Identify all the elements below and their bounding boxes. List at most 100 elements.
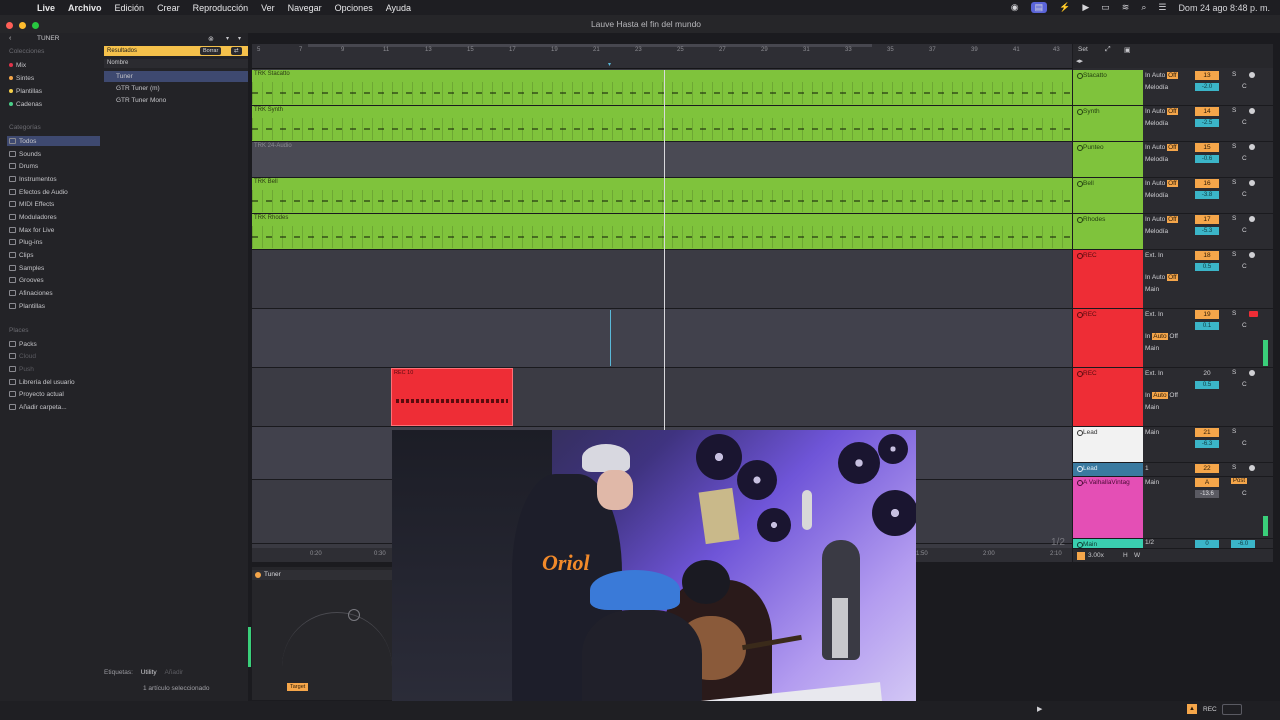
device-header[interactable]: Tuner <box>252 570 392 580</box>
input-channel[interactable]: 1 <box>1145 465 1149 472</box>
solo-button[interactable]: S <box>1232 107 1236 114</box>
track-stacatto[interactable]: TRK Stacatto <box>252 70 1072 106</box>
result-item[interactable]: Tuner <box>104 71 248 82</box>
stage-manager-icon[interactable]: ▤ <box>1030 2 1048 13</box>
input-type[interactable]: Ext. In <box>1145 370 1163 377</box>
tag-utility[interactable]: Utility <box>141 669 157 676</box>
input-auto[interactable]: In Auto Off <box>1145 144 1190 151</box>
collection-plantillas[interactable]: Plantillas <box>9 86 42 96</box>
crossfade-button[interactable]: C <box>1242 263 1247 270</box>
channel-name[interactable]: Lead <box>1073 463 1143 476</box>
filter-chevron-icon[interactable]: ▾ <box>226 35 229 42</box>
track-number[interactable]: 15 <box>1195 143 1219 152</box>
volume-field[interactable]: 0.5 <box>1195 381 1219 389</box>
menu-navegar[interactable]: Navegar <box>288 3 322 13</box>
category-max-for-live[interactable]: Max for Live <box>9 225 54 235</box>
menu-edicion[interactable]: Edición <box>115 3 145 13</box>
solo-button[interactable]: S <box>1232 310 1236 317</box>
volume-field[interactable]: 0.1 <box>1195 322 1219 330</box>
track-rec-1[interactable] <box>252 250 1072 309</box>
hot-swap-icon[interactable]: ⇄ <box>231 47 242 55</box>
volume-field[interactable]: -0.6 <box>1195 155 1219 163</box>
channel-name[interactable]: Rhodes <box>1073 214 1143 249</box>
output-routing[interactable]: Melodía <box>1145 84 1168 91</box>
cue-volume[interactable]: 0 <box>1195 540 1219 548</box>
solo-button[interactable]: S <box>1232 143 1236 150</box>
timeline-ruler[interactable]: 5 7 9 11 13 15 17 19 21 23 25 27 29 31 3… <box>252 44 1072 69</box>
solo-button[interactable]: S <box>1232 71 1236 78</box>
input-auto[interactable]: In Auto Off <box>1145 72 1190 79</box>
input-channel[interactable]: 1/2 <box>1145 539 1154 546</box>
channel-name[interactable]: REC <box>1073 250 1143 308</box>
arm-button[interactable] <box>1249 144 1255 150</box>
mixer-channel-main[interactable]: Main 1/2 0 -6.0 <box>1073 539 1273 549</box>
menu-ver[interactable]: Ver <box>261 3 275 13</box>
volume-field[interactable]: -2.5 <box>1195 119 1219 127</box>
track-number[interactable]: 21 <box>1195 428 1219 437</box>
track-fold-icon[interactable] <box>1077 542 1083 548</box>
track-fold-icon[interactable] <box>1077 480 1083 486</box>
place-add-folder[interactable]: Añadir carpeta... <box>9 402 67 412</box>
track-number[interactable]: 19 <box>1195 310 1219 319</box>
track-fold-icon[interactable] <box>1077 109 1083 115</box>
menu-opciones[interactable]: Opciones <box>335 3 373 13</box>
category-plugins[interactable]: Plug-ins <box>9 237 42 247</box>
solo-button[interactable]: S <box>1232 369 1236 376</box>
menubar-clock[interactable]: Dom 24 ago 8:48 p. m. <box>1178 3 1270 13</box>
category-efectos-audio[interactable]: Efectos de Audio <box>9 187 68 197</box>
battery-icon[interactable]: ▭ <box>1101 2 1110 13</box>
track-number[interactable]: 13 <box>1195 71 1219 80</box>
volume-field[interactable]: -3.8 <box>1195 191 1219 199</box>
output-routing[interactable]: Melodía <box>1145 156 1168 163</box>
result-item[interactable]: GTR Tuner (m) <box>104 83 248 94</box>
crossfade-button[interactable]: C <box>1242 119 1247 126</box>
mixer-channel-synth[interactable]: Synth In Auto Off Melodía 14 -2.5 S C <box>1073 106 1273 142</box>
track-fold-icon[interactable] <box>1077 145 1083 151</box>
category-grooves[interactable]: Grooves <box>9 275 44 285</box>
view-toggle-icon[interactable] <box>1222 704 1242 715</box>
channel-name[interactable]: REC <box>1073 309 1143 367</box>
input-auto[interactable]: In Auto Off <box>1145 180 1190 187</box>
crossfade-button[interactable]: C <box>1242 155 1247 162</box>
output-routing[interactable]: Melodía <box>1145 120 1168 127</box>
input-auto[interactable]: In Auto Off <box>1145 216 1190 223</box>
mixer-channel-stacatto[interactable]: Stacatto In Auto Off Melodía 13 -2.0 S C <box>1073 70 1273 106</box>
track-number[interactable]: 22 <box>1195 464 1219 473</box>
track-number[interactable]: 14 <box>1195 107 1219 116</box>
crossfade-button[interactable]: C <box>1242 381 1247 388</box>
result-item[interactable]: GTR Tuner Mono <box>104 95 248 106</box>
menu-ayuda[interactable]: Ayuda <box>386 3 411 13</box>
input-auto[interactable]: In Auto Off <box>1145 274 1178 281</box>
channel-name[interactable]: Stacatto <box>1073 70 1143 105</box>
expand-icon[interactable]: ⤢ <box>1105 46 1111 54</box>
collection-sintes[interactable]: Sintes <box>9 73 34 83</box>
rec-toggle-icon[interactable]: ▲ <box>1187 704 1197 714</box>
mixer-channel-rec-2[interactable]: REC Ext. In In Auto Off Main 19 0.1 S C <box>1073 309 1273 368</box>
category-midi-effects[interactable]: MIDI Effects <box>9 199 54 209</box>
track-rec-3[interactable] <box>252 368 1072 427</box>
track-number[interactable]: 17 <box>1195 215 1219 224</box>
solo-button[interactable]: S <box>1232 428 1236 435</box>
volume-field[interactable]: -5.3 <box>1195 227 1219 235</box>
track-fold-icon[interactable] <box>1077 312 1083 318</box>
category-moduladores[interactable]: Moduladores <box>9 212 57 222</box>
output-routing[interactable]: Melodía <box>1145 228 1168 235</box>
width-button[interactable]: W <box>1134 552 1140 559</box>
arm-button[interactable] <box>1249 465 1255 471</box>
mixer-channel-bell[interactable]: Bell In Auto Off Melodía 16 -3.8 S C <box>1073 178 1273 214</box>
channel-name[interactable]: Lead <box>1073 427 1143 462</box>
tag-add[interactable]: Añadir <box>164 669 183 676</box>
options-chevron-icon[interactable]: ▾ <box>238 35 241 42</box>
collection-cadenas[interactable]: Cadenas <box>9 99 42 109</box>
channel-name[interactable]: Bell <box>1073 178 1143 213</box>
output-routing[interactable]: Main <box>1145 286 1159 293</box>
playhead-marker-icon[interactable]: ▾ <box>608 61 611 68</box>
crossfade-button[interactable]: C <box>1242 227 1247 234</box>
device-power-icon[interactable] <box>255 572 261 578</box>
lock-icon[interactable]: ▣ <box>1124 46 1131 54</box>
control-center-icon[interactable]: ☰ <box>1158 2 1166 13</box>
input-auto[interactable]: In Auto Off <box>1145 333 1178 340</box>
track-fold-icon[interactable] <box>1077 371 1083 377</box>
height-button[interactable]: H <box>1123 552 1128 559</box>
mixer-channel-lead[interactable]: Lead 1 22 S <box>1073 463 1273 477</box>
